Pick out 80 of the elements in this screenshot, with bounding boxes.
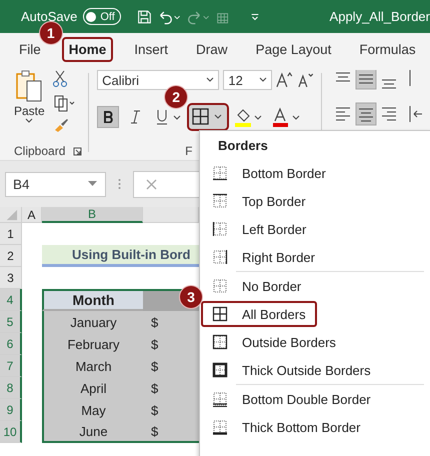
menu-title: Borders: [217, 137, 269, 155]
paste-icon[interactable]: [14, 70, 44, 104]
shrink-font-icon[interactable]: [297, 71, 316, 89]
step-badge: 3: [180, 286, 202, 308]
border-style-icon: [212, 165, 228, 181]
row-header[interactable]: 3: [0, 267, 22, 289]
row-header[interactable]: 5: [0, 311, 22, 333]
scissors-icon[interactable]: [52, 70, 67, 88]
border-style-icon: [212, 249, 228, 265]
bold-icon[interactable]: [97, 106, 120, 128]
paintbrush-icon[interactable]: [52, 118, 69, 132]
menu-item[interactable]: Bottom Double Border: [200, 385, 430, 413]
table-cell: March: [42, 355, 143, 377]
border-style-icon: [212, 278, 228, 294]
table-cell: April: [42, 377, 143, 399]
table-cell: February: [42, 333, 143, 355]
border-style-icon: [212, 306, 228, 322]
row-header[interactable]: 6: [0, 333, 22, 355]
table-cell: May: [42, 399, 143, 421]
table-cell: $: [143, 421, 199, 443]
table-cell: $: [143, 355, 199, 377]
menu-item[interactable]: Top Border: [200, 187, 430, 215]
autosave-toggle[interactable]: Off: [83, 8, 121, 25]
row-header[interactable]: 10: [0, 421, 22, 443]
table-cell: January: [42, 311, 143, 333]
drag-handle-icon[interactable]: [118, 178, 121, 190]
font-size-field[interactable]: 12: [223, 70, 272, 90]
step-badge: 2: [165, 86, 188, 108]
save-icon[interactable]: [136, 8, 152, 26]
border-style-icon: [212, 193, 228, 209]
caret-icon[interactable]: [25, 118, 34, 124]
menu-item[interactable]: Thick Outside Borders: [200, 356, 430, 384]
menu-item[interactable]: Bottom Border: [200, 159, 430, 187]
caret-icon[interactable]: [206, 77, 214, 83]
row-header[interactable]: 2: [0, 245, 22, 267]
ribbon-tab[interactable]: Page Layout: [248, 36, 338, 62]
grow-font-icon[interactable]: [276, 71, 294, 89]
file-name: Apply_All_Border: [330, 9, 430, 24]
step-badge: 1: [40, 22, 62, 44]
caret-icon[interactable]: [258, 77, 267, 83]
border-style-icon: [212, 391, 228, 407]
ribbon-tab[interactable]: Formulas: [352, 36, 423, 62]
undo-icon[interactable]: [158, 8, 182, 24]
column-heading: Month: [42, 289, 143, 311]
border-style-icon: [212, 419, 228, 435]
border-style-icon: [212, 334, 228, 350]
table-cell: $: [143, 377, 199, 399]
menu-item[interactable]: Outside Borders: [200, 328, 430, 356]
launcher-icon[interactable]: [73, 146, 82, 156]
column-header[interactable]: B: [42, 207, 143, 223]
row-header[interactable]: 4: [0, 289, 22, 311]
group-label: Clipboard: [14, 144, 66, 158]
column-header[interactable]: A: [22, 207, 42, 223]
menu-item[interactable]: Left Border: [200, 215, 430, 243]
autosave-label: AutoSave: [21, 9, 78, 24]
menu-item[interactable]: All Borders: [200, 300, 318, 328]
table-cell: $: [143, 399, 199, 421]
table-cell: $: [143, 333, 199, 355]
borders-button[interactable]: [189, 105, 228, 129]
ribbon-tab[interactable]: Draw: [189, 36, 235, 62]
group-label: F: [185, 144, 192, 158]
paste-button[interactable]: Paste: [14, 104, 45, 118]
table-cell: $: [143, 311, 199, 333]
font-name-field[interactable]: Calibri: [97, 70, 220, 90]
row-header[interactable]: 7: [0, 355, 22, 377]
menu-item[interactable]: No Border: [200, 272, 430, 300]
ribbon-tab[interactable]: Home: [62, 36, 114, 62]
menu-item[interactable]: Right Border: [200, 243, 430, 271]
sheet-title: Using Built-in Bord: [42, 245, 199, 267]
customize-icon[interactable]: [250, 12, 260, 22]
border-style-icon: [212, 221, 228, 237]
table-cell: June: [42, 421, 143, 443]
name-box[interactable]: B4: [5, 172, 106, 196]
row-header[interactable]: 8: [0, 377, 22, 399]
ribbon-tab[interactable]: Insert: [127, 36, 176, 62]
copy-icon[interactable]: [52, 94, 75, 112]
row-header[interactable]: 1: [0, 223, 22, 245]
menu-item[interactable]: Thick Bottom Border: [200, 413, 430, 441]
row-header[interactable]: 9: [0, 399, 22, 421]
border-style-icon: [212, 362, 228, 378]
